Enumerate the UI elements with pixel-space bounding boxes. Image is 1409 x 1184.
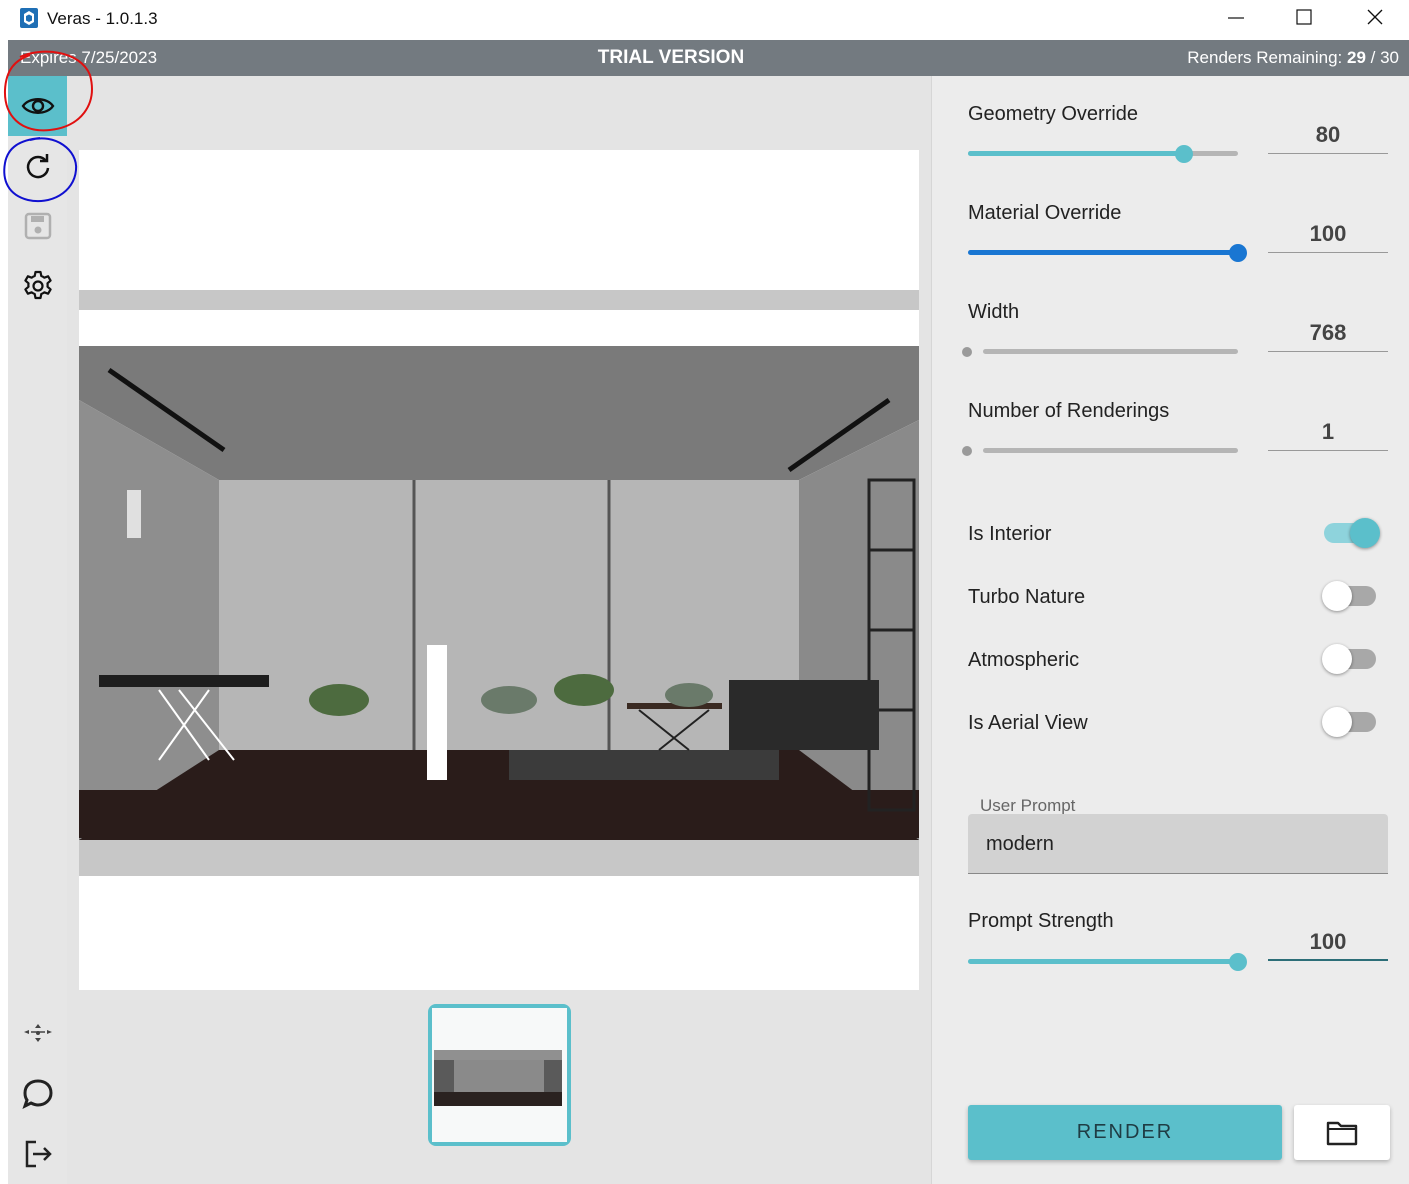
network-icon xyxy=(23,1024,52,1042)
width-slider[interactable] xyxy=(983,349,1238,354)
save-button[interactable] xyxy=(8,196,67,256)
user-prompt-label: User Prompt xyxy=(980,796,1076,815)
logout-icon xyxy=(25,1140,52,1168)
num-renderings-slider[interactable] xyxy=(983,448,1238,453)
material-override-slider[interactable] xyxy=(968,244,1247,262)
view-button[interactable] xyxy=(8,76,67,136)
logout-button[interactable] xyxy=(8,1124,67,1184)
prompt-strength-label: Prompt Strength xyxy=(968,910,1114,932)
prompt-strength-fill xyxy=(968,959,1238,964)
window-titlebar: Veras - 1.0.1.3 xyxy=(0,0,1409,40)
user-prompt-input[interactable]: modern xyxy=(968,814,1388,874)
num-renderings-label: Number of Renderings xyxy=(968,400,1170,422)
scene-preview[interactable] xyxy=(79,150,919,990)
network-button[interactable] xyxy=(8,1004,67,1064)
geometry-override-slider[interactable] xyxy=(968,145,1238,163)
num-renderings-value[interactable]: 1 xyxy=(1268,409,1388,451)
geometry-override-label: Geometry Override xyxy=(968,103,1139,125)
thumbnail-image xyxy=(432,1008,567,1142)
num-renderings-slider-thumb[interactable] xyxy=(962,446,972,456)
geometry-override-thumb[interactable] xyxy=(1175,145,1193,163)
app-logo-icon xyxy=(20,8,38,28)
material-override-thumb[interactable] xyxy=(1229,244,1247,262)
prompt-strength-slider[interactable] xyxy=(968,953,1247,971)
minimize-icon xyxy=(1228,17,1244,19)
material-override-fill xyxy=(968,250,1238,255)
render-thumbnail[interactable] xyxy=(428,1004,571,1146)
turbo-nature-label: Turbo Nature xyxy=(968,586,1086,608)
is-aerial-view-toggle[interactable] xyxy=(1322,706,1378,737)
is-interior-label: Is Interior xyxy=(968,523,1052,545)
folder-icon xyxy=(1326,1121,1358,1145)
trial-banner: Expires 7/25/2023 TRIAL VERSION Renders … xyxy=(8,40,1409,76)
save-icon xyxy=(24,212,51,240)
settings-button[interactable] xyxy=(8,256,67,316)
preview-area xyxy=(67,76,931,1184)
chat-icon xyxy=(21,1079,53,1109)
maximize-button[interactable] xyxy=(1270,0,1338,38)
renders-total: / 30 xyxy=(1365,48,1399,67)
window-title: Veras - 1.0.1.3 xyxy=(47,9,158,28)
toggle-knob xyxy=(1322,707,1352,737)
toggle-knob xyxy=(1350,518,1380,548)
trial-label: TRIAL VERSION xyxy=(597,47,745,68)
geometry-override-value[interactable]: 80 xyxy=(1268,112,1388,154)
width-value[interactable]: 768 xyxy=(1268,310,1388,352)
geometry-override-fill xyxy=(968,151,1184,156)
toggle-knob xyxy=(1322,581,1352,611)
atmospheric-toggle[interactable] xyxy=(1322,643,1378,674)
is-interior-toggle[interactable] xyxy=(1322,517,1380,548)
renders-used: 29 xyxy=(1346,48,1366,67)
close-button[interactable] xyxy=(1341,0,1409,38)
open-folder-button[interactable] xyxy=(1294,1105,1390,1160)
renders-remaining: Renders Remaining: 29 / 30 xyxy=(1187,48,1399,68)
left-sidebar xyxy=(8,76,67,1184)
close-icon xyxy=(1367,9,1383,25)
interior-scene-image xyxy=(79,290,919,876)
turbo-nature-toggle[interactable] xyxy=(1322,580,1378,611)
refresh-icon xyxy=(26,154,49,179)
refresh-button[interactable] xyxy=(8,136,67,196)
toggle-knob xyxy=(1322,644,1352,674)
eye-icon xyxy=(21,98,54,114)
width-slider-thumb[interactable] xyxy=(962,347,972,357)
material-override-value[interactable]: 100 xyxy=(1268,211,1388,253)
width-label: Width xyxy=(968,301,1020,323)
minimize-button[interactable] xyxy=(1201,0,1269,38)
renders-remaining-label: Renders Remaining: xyxy=(1187,48,1343,67)
settings-panel: Geometry Override 80 Material Override 1… xyxy=(931,76,1409,1184)
is-aerial-view-label: Is Aerial View xyxy=(968,712,1088,734)
material-override-label: Material Override xyxy=(968,202,1122,224)
prompt-strength-value[interactable]: 100 xyxy=(1268,919,1388,961)
prompt-strength-thumb[interactable] xyxy=(1229,953,1247,971)
gear-icon xyxy=(23,270,52,300)
render-button[interactable]: RENDER xyxy=(968,1105,1282,1160)
chat-button[interactable] xyxy=(8,1064,67,1124)
maximize-icon xyxy=(1296,9,1312,25)
atmospheric-label: Atmospheric xyxy=(968,649,1080,671)
